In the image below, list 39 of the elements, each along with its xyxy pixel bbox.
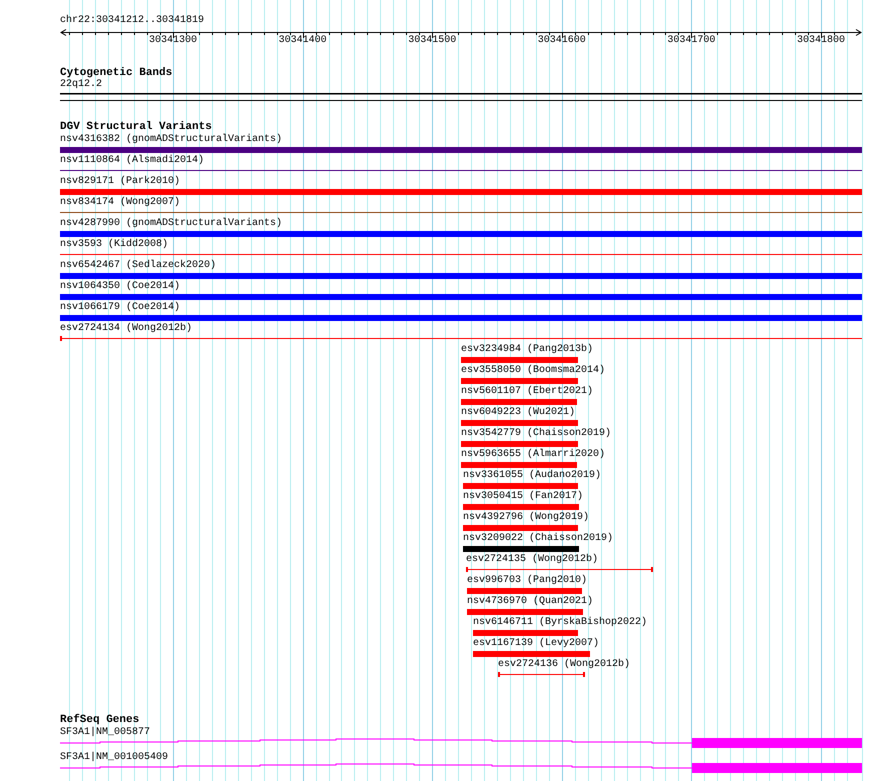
band-label: 22q12.2	[60, 80, 102, 90]
variant-label: esv996703 (Pang2010)	[467, 576, 588, 586]
track-title: RefSeq Genes	[60, 715, 140, 726]
variant-label: nsv3209022 (Chaisson2019)	[463, 534, 614, 544]
variant-label: nsv4736970 (Quan2021)	[467, 597, 594, 607]
tick-label: 30341700	[667, 36, 716, 46]
variant-label: nsv3542779 (Chaisson2019)	[461, 429, 612, 439]
variant-label: nsv3361055 (Audano2019)	[463, 471, 602, 481]
gene-label: SF3A1|NM_005877	[60, 728, 150, 738]
variant-label: esv2724134 (Wong2012b)	[60, 324, 192, 334]
track-title: Cytogenetic Bands	[60, 68, 172, 79]
tick-label: 30341500	[408, 36, 456, 46]
variant-label: nsv5601107 (Ebert2021)	[461, 387, 594, 397]
track-title: DGV Structural Variants	[60, 122, 212, 133]
region-label: chr22:30341212..30341819	[60, 16, 204, 26]
variant-label: esv3558050 (Boomsma2014)	[461, 366, 606, 376]
variant-label: nsv4316382 (gnomADStructuralVariants)	[60, 135, 282, 145]
variant-label: esv1167139 (Levy2007)	[473, 639, 600, 649]
gene-label: SF3A1|NM_001005409	[60, 753, 168, 763]
variant-label: nsv1066179 (Coe2014)	[60, 303, 180, 313]
tick-label: 30341600	[538, 36, 586, 46]
tick-label: 30341400	[278, 36, 327, 46]
variant-label: nsv834174 (Wong2007)	[60, 198, 180, 208]
variant-label: nsv3050415 (Fan2017)	[463, 492, 584, 502]
variant-label: nsv4287990 (gnomADStructuralVariants)	[60, 219, 282, 229]
variant-label: nsv6146711 (ByrskaBishop2022)	[473, 618, 648, 628]
tick-label: 30341300	[149, 36, 197, 46]
variant-label: nsv4392796 (Wong2019)	[463, 513, 590, 523]
variant-label: nsv3593 (Kidd2008)	[60, 240, 168, 250]
variant-label: esv2724136 (Wong2012b)	[498, 660, 630, 670]
variant-label: nsv5963655 (Almarri2020)	[461, 450, 606, 460]
variant-label: nsv829171 (Park2010)	[60, 177, 180, 187]
variant-label: esv3234984 (Pang2013b)	[461, 345, 594, 355]
variant-label: nsv6049223 (Wu2021)	[461, 408, 576, 418]
variant-label: nsv1110864 (Alsmadi2014)	[60, 156, 204, 166]
variant-label: nsv6542467 (Sedlazeck2020)	[60, 261, 216, 271]
variant-label: esv2724135 (Wong2012b)	[466, 555, 598, 565]
tick-label: 30341800	[797, 36, 845, 46]
variant-label: nsv1064350 (Coe2014)	[60, 282, 180, 292]
